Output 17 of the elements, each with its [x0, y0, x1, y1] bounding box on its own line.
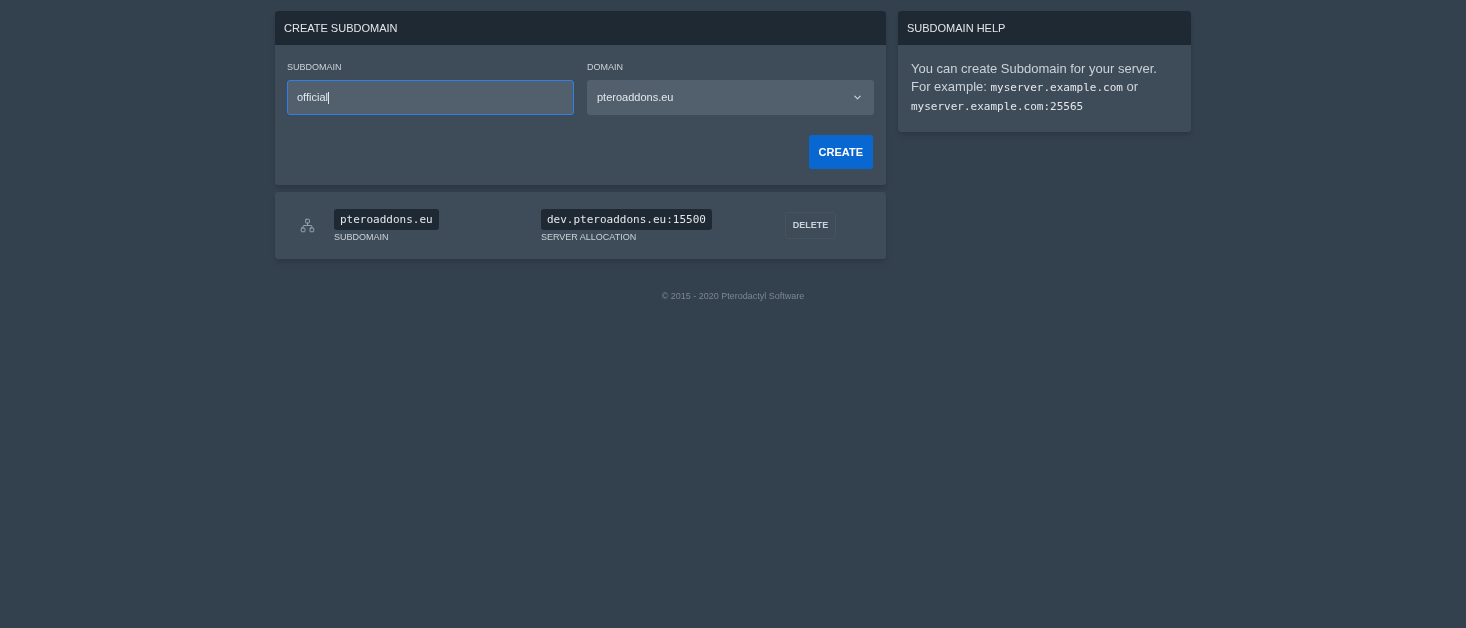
footer-text: © 2015 - 2020 Pterodactyl Software	[661, 290, 805, 303]
chevron-down-icon	[852, 92, 863, 103]
column-label: SUBDOMAIN	[334, 231, 389, 243]
domain-select[interactable]: pteroaddons.eu	[587, 80, 874, 115]
field-label: SUBDOMAIN	[287, 62, 342, 73]
help-text: You can create Subdomain for your server. For example: myserver.example.com or myserver.example.com:25565	[911, 60, 1158, 115]
field-label: DOMAIN	[587, 62, 623, 73]
create-button[interactable]: CREATE	[808, 135, 873, 169]
card-title: SUBDOMAIN HELP	[907, 20, 1006, 36]
column-label: SERVER ALLOCATION	[541, 231, 637, 243]
network-icon	[300, 218, 315, 233]
delete-button[interactable]: DELETE	[785, 212, 836, 239]
subdomain-value: pteroaddons.eu	[334, 208, 439, 230]
subdomain-input[interactable]: official	[287, 80, 574, 115]
text-cursor-icon	[328, 91, 329, 104]
card-title: CREATE SUBDOMAIN	[284, 20, 398, 36]
allocation-value: dev.pteroaddons.eu:15500	[541, 208, 712, 230]
